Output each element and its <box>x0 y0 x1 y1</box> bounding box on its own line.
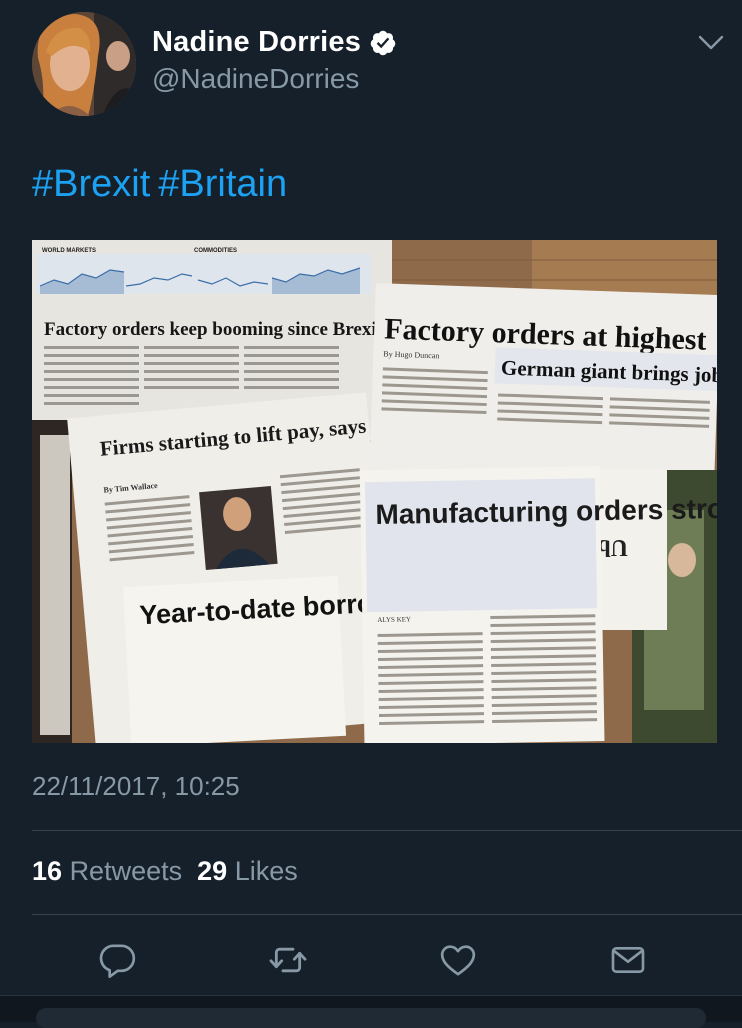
retweets-stat[interactable]: 16 Retweets <box>32 856 182 886</box>
tweet-stats: 16 Retweets 29 Likes <box>32 856 298 887</box>
markets-label: WORLD MARKETS <box>42 248 96 254</box>
bottom-bar <box>0 995 742 1028</box>
headline-factory-booming: Factory orders keep booming since Brexit <box>44 319 384 340</box>
tweet-header: Nadine Dorries @NadineDorries <box>32 12 724 116</box>
byline-alys: ALYS KEY <box>377 615 411 624</box>
author-display-name[interactable]: Nadine Dorries <box>152 26 361 59</box>
author-name-row[interactable]: Nadine Dorries <box>152 26 397 59</box>
retweets-count: 16 <box>32 856 63 886</box>
chevron-down-icon[interactable] <box>698 34 724 52</box>
author-handle[interactable]: @NadineDorries <box>152 63 359 95</box>
mail-icon[interactable] <box>608 940 648 980</box>
commodities-label: COMMODITIES <box>194 248 237 254</box>
tweet-image[interactable]: WORLD MARKETS COMMODITIES Factory orders… <box>32 240 717 743</box>
reply-icon[interactable] <box>98 940 138 980</box>
likes-stat[interactable]: 29 Likes <box>197 856 298 886</box>
hashtag-britain[interactable]: #Britain <box>158 163 287 205</box>
divider-bottom <box>32 914 742 915</box>
avatar[interactable] <box>32 12 136 116</box>
tweet-actions <box>32 940 742 986</box>
tweet-text: #Brexit #Britain <box>32 163 287 206</box>
heart-icon[interactable] <box>438 940 478 980</box>
retweet-icon[interactable] <box>268 940 308 980</box>
verified-badge-icon <box>370 30 396 55</box>
tweet-timestamp: 22/11/2017, 10:25 <box>32 771 240 801</box>
likes-count: 29 <box>197 856 228 886</box>
bottom-pill <box>36 1008 706 1028</box>
hashtag-brexit[interactable]: #Brexit <box>32 163 150 205</box>
likes-label: Likes <box>234 856 298 886</box>
divider-top <box>32 830 742 831</box>
retweets-label: Retweets <box>69 856 183 886</box>
